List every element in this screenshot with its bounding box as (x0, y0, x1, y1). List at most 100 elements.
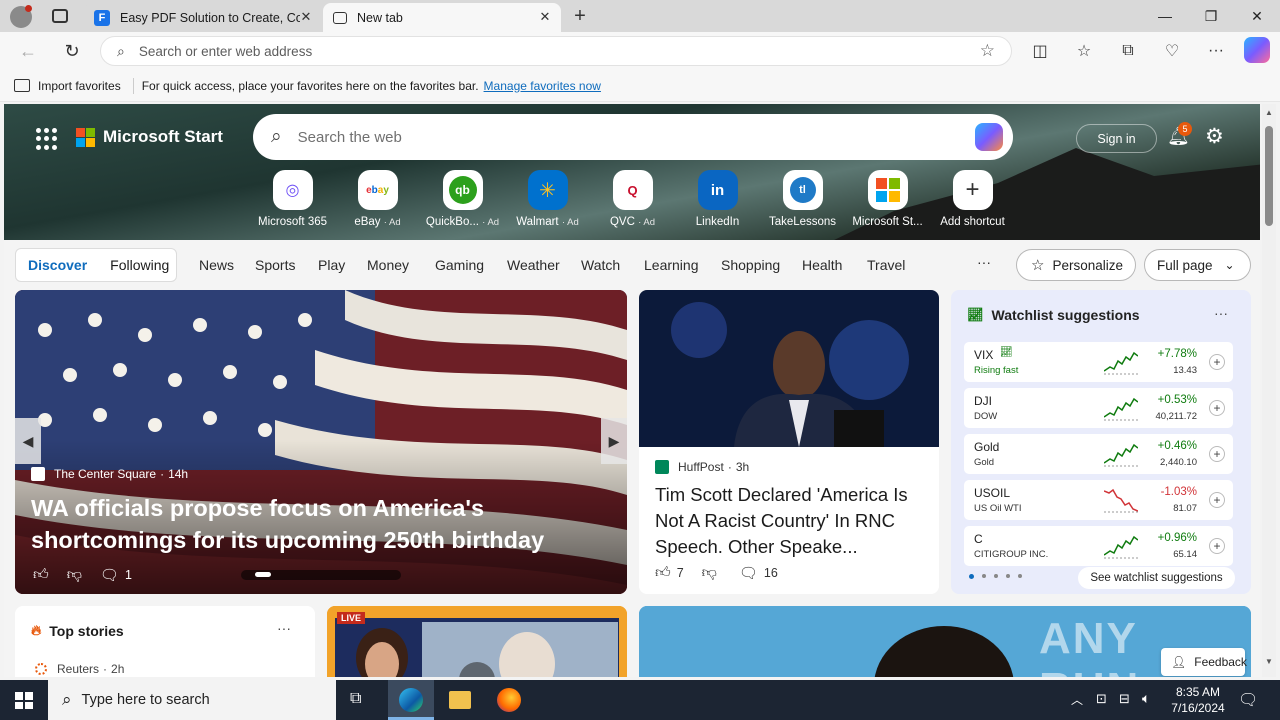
watchlist-pager-dots[interactable] (969, 574, 1022, 579)
nav-health[interactable]: Health (802, 257, 842, 273)
address-bar[interactable]: ⌕ Search or enter web address ☆ (100, 36, 1012, 66)
split-screen-icon[interactable]: ◫ (1026, 37, 1054, 65)
task-view-icon[interactable]: ⧉ (350, 690, 361, 708)
comment-icon[interactable]: 🗨︎ (739, 564, 758, 582)
collections-icon[interactable]: ⧉ (1114, 37, 1142, 65)
shortcut-linkedin[interactable]: in LinkedIn (675, 170, 760, 228)
dislike-icon[interactable]: 👎︎ (67, 566, 82, 584)
nav-sports[interactable]: Sports (255, 257, 295, 273)
feature-image-card[interactable]: ANY RUN 👤︎ Feedback (639, 606, 1251, 677)
dislike-icon[interactable]: 👎︎ (702, 564, 717, 582)
watchlist-row[interactable]: C CITIGROUP INC. +0.96% 65.14 + (964, 526, 1233, 566)
copilot-icon[interactable] (1244, 37, 1270, 63)
close-tab-icon[interactable]: ✕ (298, 9, 314, 25)
import-favorites-button[interactable]: Import favorites (38, 79, 121, 93)
full-page-dropdown[interactable]: Full page ⌄ (1144, 249, 1251, 281)
watchlist-row[interactable]: DJI DOW +0.53% 40,211.72 + (964, 388, 1233, 428)
carousel-prev-icon[interactable]: ◀ (15, 418, 41, 464)
carousel-dots[interactable] (241, 570, 401, 580)
action-center-icon[interactable]: 🗨︎ (1238, 690, 1258, 710)
tab-new-tab[interactable]: New tab ✕ (323, 3, 561, 32)
tray-chevron-icon[interactable]: ︿ (1071, 691, 1083, 708)
add-to-watchlist-icon[interactable]: + (1209, 354, 1225, 370)
favorite-star-icon[interactable]: ☆ (980, 41, 995, 61)
close-tab-icon[interactable]: ✕ (537, 9, 553, 25)
second-headline[interactable]: Tim Scott Declared 'America Is Not A Rac… (655, 482, 927, 560)
favorites-hint-text: For quick access, place your favorites h… (141, 78, 479, 93)
restore-button[interactable]: ❐ (1188, 0, 1234, 32)
shortcut-microsoft-365[interactable]: ◎ Microsoft 365 (250, 170, 335, 228)
new-tab-plus-icon[interactable]: + (568, 4, 592, 28)
shortcut-quickbooks[interactable]: qb QuickBo... · Ad (420, 170, 505, 228)
main-headline[interactable]: WA officials propose focus on America's … (31, 492, 611, 556)
nav-play[interactable]: Play (318, 257, 345, 273)
nav-money[interactable]: Money (367, 257, 409, 273)
taskbar-search-box[interactable]: ⌕ Type here to search (48, 680, 336, 720)
shortcut-ebay[interactable]: ebay eBay · Ad (335, 170, 420, 228)
copilot-icon[interactable] (975, 123, 1003, 151)
browser-essentials-icon[interactable]: ♡ (1158, 37, 1186, 65)
clock[interactable]: 8:35 AM 7/16/2024 (1168, 684, 1228, 716)
carousel-next-icon[interactable]: ▶ (601, 418, 627, 464)
watchlist-row[interactable]: VIX 📈︎ Rising fast +7.78% 13.43 + (964, 342, 1233, 382)
nav-news[interactable]: News (199, 257, 234, 273)
top-stories-more-icon[interactable]: ··· (277, 620, 291, 636)
tab-actions-icon[interactable] (52, 9, 68, 23)
tray-device-icon[interactable]: ⊡ (1096, 691, 1107, 707)
add-to-watchlist-icon[interactable]: + (1209, 446, 1225, 462)
firefox-icon[interactable] (497, 688, 521, 712)
nav-watch[interactable]: Watch (581, 257, 620, 273)
scroll-down-icon[interactable]: ▼ (1265, 657, 1273, 666)
feedback-button[interactable]: 👤︎ Feedback (1161, 648, 1247, 676)
see-watchlist-button[interactable]: See watchlist suggestions (1078, 567, 1235, 589)
close-window-button[interactable]: ✕ (1234, 0, 1280, 32)
live-video-card[interactable]: LIVE (327, 606, 627, 677)
like-icon[interactable]: 👍︎ (33, 566, 49, 584)
add-to-watchlist-icon[interactable]: + (1209, 400, 1225, 416)
back-arrow-icon[interactable]: ← (14, 37, 42, 65)
page-scrollbar[interactable]: ▲ ▼ (1262, 104, 1276, 677)
profile-avatar-icon[interactable] (10, 5, 32, 28)
taskbar-edge-button[interactable] (388, 680, 434, 720)
sign-in-button[interactable]: Sign in (1076, 124, 1157, 153)
shortcut-add[interactable]: + Add shortcut (930, 170, 1015, 228)
favorites-icon[interactable]: ☆ (1070, 37, 1098, 65)
page-settings-gear-icon[interactable]: ⚙ (1205, 124, 1224, 149)
minimize-button[interactable]: — (1142, 0, 1188, 32)
watchlist-more-icon[interactable]: ··· (1214, 305, 1228, 321)
windows-start-icon[interactable] (15, 692, 33, 709)
add-to-watchlist-icon[interactable]: + (1209, 492, 1225, 508)
shortcut-takelessons[interactable]: tl TakeLessons (760, 170, 845, 228)
main-story-card[interactable]: ◀ ▶ The Center Square · 14h WA officials… (15, 290, 627, 594)
scrollbar-thumb[interactable] (1265, 126, 1273, 226)
nav-gaming[interactable]: Gaming (435, 257, 484, 273)
personalize-button[interactable]: ☆ Personalize (1016, 249, 1136, 281)
nav-travel[interactable]: Travel (867, 257, 905, 273)
shortcut-microsoft-store[interactable]: Microsoft St... (845, 170, 930, 228)
nav-weather[interactable]: Weather (507, 257, 560, 273)
settings-more-icon[interactable]: ··· (1202, 37, 1230, 65)
shortcut-walmart[interactable]: ✳ Walmart · Ad (505, 170, 590, 228)
manage-favorites-link[interactable]: Manage favorites now (484, 79, 601, 93)
tab-discover[interactable]: Discover (28, 257, 87, 273)
like-icon[interactable]: 👍︎ (655, 564, 671, 582)
web-search-box[interactable]: ⌕ Search the web (253, 114, 1013, 160)
watchlist-row[interactable]: USOIL US Oil WTI -1.03% 81.07 + (964, 480, 1233, 520)
scroll-up-icon[interactable]: ▲ (1265, 108, 1273, 117)
file-explorer-icon[interactable] (449, 691, 471, 709)
comment-icon[interactable]: 🗨︎ (100, 566, 119, 584)
refresh-icon[interactable]: ↻ (58, 37, 86, 65)
tab-following[interactable]: Following (110, 257, 169, 273)
network-icon[interactable]: ⊟ (1119, 691, 1130, 707)
app-launcher-icon[interactable] (36, 128, 58, 150)
nav-learning[interactable]: Learning (644, 257, 699, 273)
nav-shopping[interactable]: Shopping (721, 257, 780, 273)
add-to-watchlist-icon[interactable]: + (1209, 538, 1225, 554)
volume-icon[interactable]: 🔈︎ (1142, 690, 1150, 707)
watchlist-row[interactable]: Gold Gold +0.46% 2,440.10 + (964, 434, 1233, 474)
second-story-card[interactable]: HuffPost · 3h Tim Scott Declared 'Americ… (639, 290, 939, 594)
tab-pdf-solution[interactable]: F Easy PDF Solution to Create, Con ✕ (84, 3, 322, 32)
shortcut-qvc[interactable]: Q QVC · Ad (590, 170, 675, 228)
nav-more-button[interactable]: ··· (977, 254, 991, 270)
microsoft-start-brand[interactable]: Microsoft Start (76, 127, 223, 147)
